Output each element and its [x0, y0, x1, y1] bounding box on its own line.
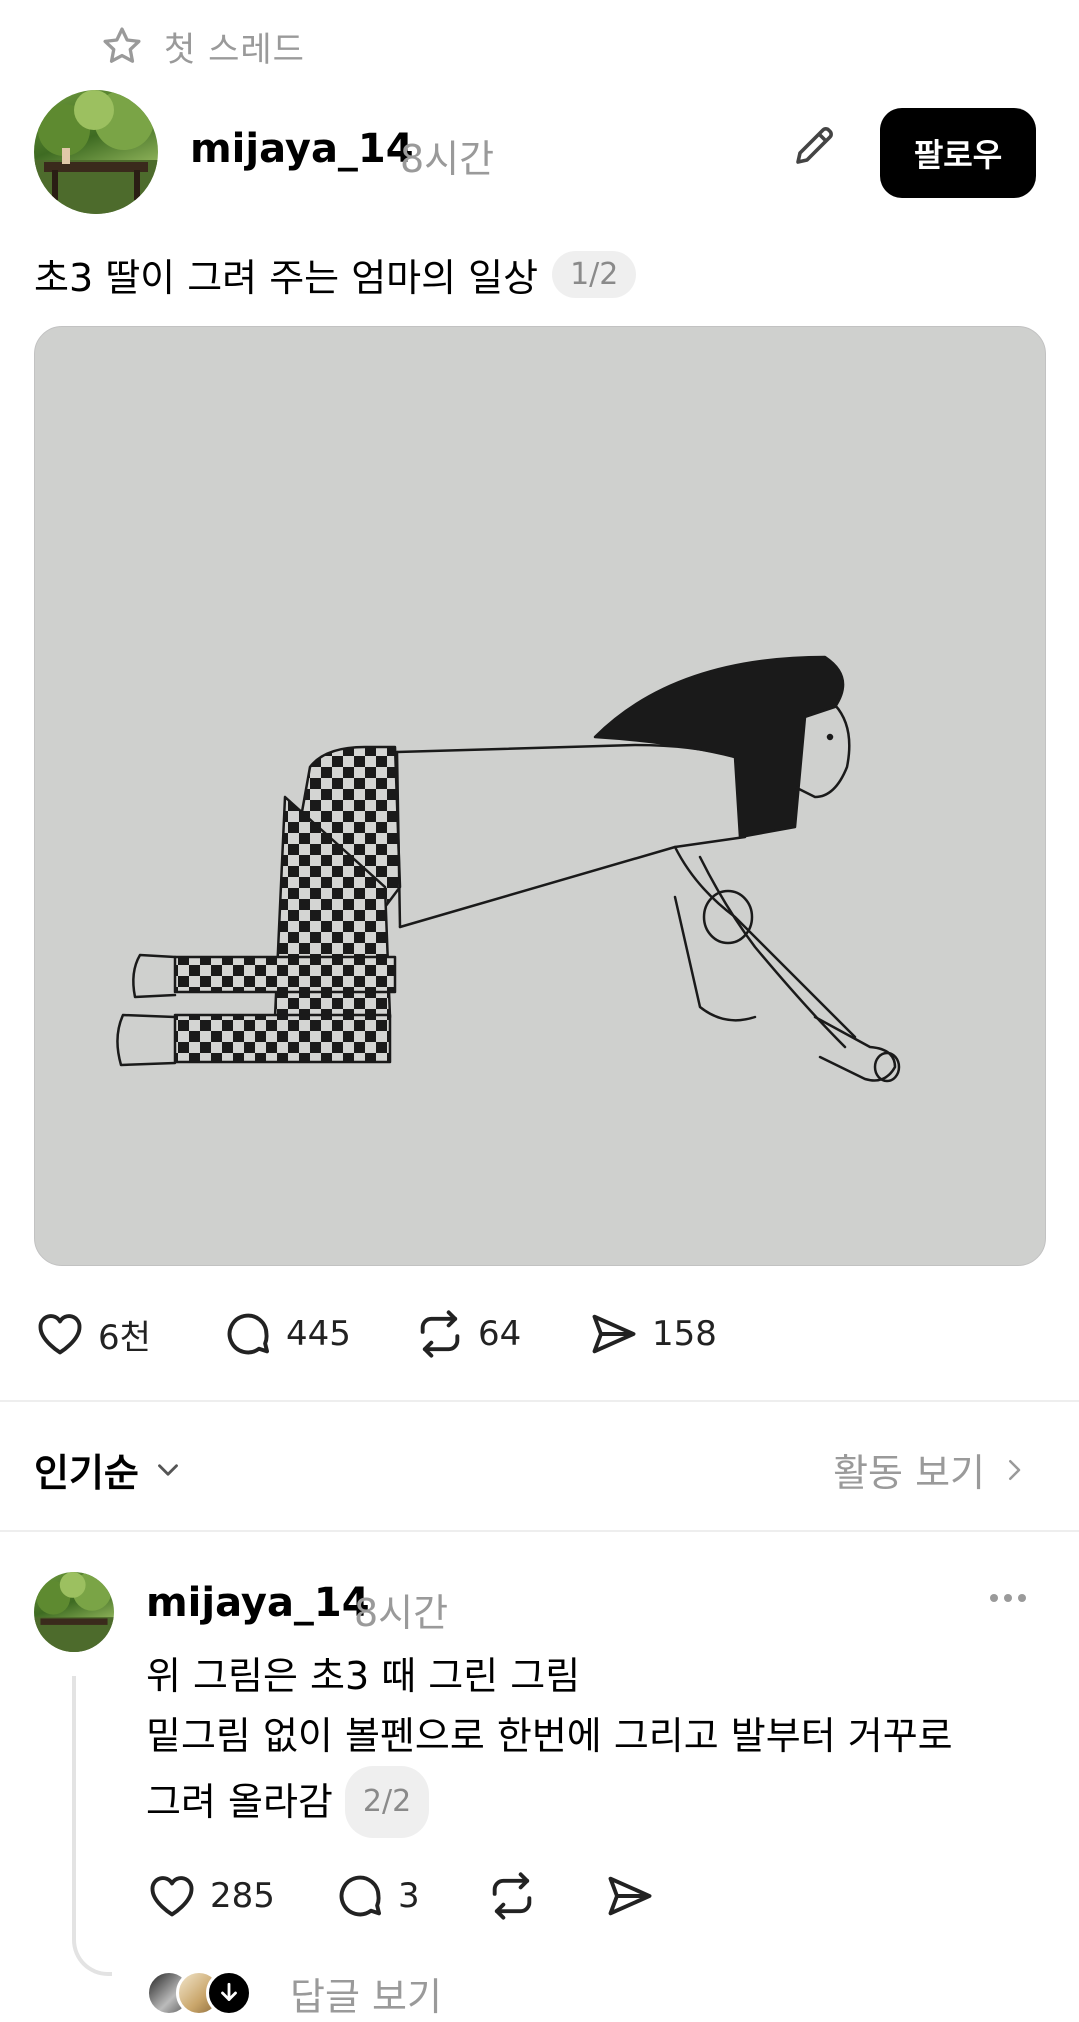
more-dot — [1004, 1594, 1012, 1602]
post-actions: 6천 445 64 158 — [34, 1306, 717, 1362]
reply-like-count: 285 — [210, 1876, 275, 1916]
reply-share-button[interactable] — [604, 1870, 656, 1922]
reply-time: 8시간 — [354, 1591, 449, 1635]
share-button[interactable]: 158 — [588, 1308, 717, 1360]
reply-line: 위 그림은 초3 때 그린 그림 — [146, 1654, 581, 1698]
reply-avatar[interactable] — [34, 1572, 114, 1652]
reply-line: 그려 올라감 2/2 — [146, 1766, 1026, 1838]
drawing-illustration — [116, 655, 901, 1083]
thread-label[interactable]: 첫 스레드 — [100, 22, 305, 70]
caption-text: 초3 딸이 그려 주는 엄마의 일상 — [34, 255, 539, 300]
comment-icon — [227, 1313, 270, 1355]
heart-icon — [38, 1314, 82, 1355]
reply-comment-count: 3 — [398, 1876, 420, 1916]
image-counter: 1/2 — [552, 250, 637, 298]
divider — [0, 1530, 1079, 1532]
comment-icon — [339, 1875, 382, 1917]
reply-line-text: 그려 올라감 — [146, 1780, 333, 1824]
reply-actions: 285 3 — [146, 1868, 656, 1924]
divider — [0, 1400, 1079, 1402]
share-count: 158 — [652, 1314, 717, 1354]
activity-label: 활동 보기 — [833, 1451, 985, 1495]
more-dot — [990, 1594, 998, 1602]
reply-like-button[interactable]: 285 — [146, 1870, 334, 1922]
reply-comment-button[interactable]: 3 — [334, 1870, 486, 1922]
reply-repost-button[interactable] — [486, 1870, 604, 1922]
download-icon — [206, 1970, 252, 2016]
follow-button[interactable]: 팔로우 — [880, 108, 1036, 198]
sort-label: 인기순 — [34, 1451, 139, 1495]
like-count: 6천 — [98, 1317, 151, 1358]
chevron-right-icon — [1009, 1459, 1021, 1480]
heart-icon — [150, 1876, 194, 1917]
see-replies-label: 답글 보기 — [290, 1974, 442, 2019]
reply-username[interactable]: mijaya_14 — [146, 1580, 370, 1626]
chevron-down-icon — [157, 1463, 178, 1476]
post-caption: 초3 딸이 그려 주는 엄마의 일상 1/2 — [34, 248, 637, 300]
sort-dropdown[interactable]: 인기순 — [34, 1442, 185, 1497]
see-replies-link[interactable]: 답글 보기 — [146, 1968, 442, 2019]
repost-icon — [492, 1872, 532, 1920]
post-time: 8시간 — [400, 137, 495, 181]
comment-button[interactable]: 445 — [222, 1308, 414, 1360]
thread-line — [72, 1676, 112, 1976]
send-icon — [608, 1876, 652, 1916]
repost-count: 64 — [478, 1314, 522, 1354]
reply-text: 위 그림은 초3 때 그린 그림 밑그림 없이 볼펜으로 한번에 그리고 발부터… — [146, 1646, 1026, 1838]
repost-icon — [420, 1310, 460, 1358]
star-icon — [103, 27, 141, 63]
post-image[interactable] — [34, 326, 1046, 1266]
like-button[interactable]: 6천 — [34, 1308, 222, 1360]
activity-link[interactable]: 활동 보기 — [833, 1442, 1029, 1497]
comment-count: 445 — [286, 1314, 351, 1354]
more-options-button[interactable] — [990, 1578, 1038, 1618]
reply-avatars — [146, 1970, 252, 2016]
send-icon — [592, 1314, 636, 1354]
avatar[interactable] — [34, 90, 158, 214]
post-username[interactable]: mijaya_14 — [190, 126, 414, 172]
pencil-icon[interactable] — [790, 122, 838, 170]
reply-counter: 2/2 — [344, 1766, 430, 1838]
more-dot — [1018, 1594, 1026, 1602]
thread-label-text: 첫 스레드 — [164, 29, 305, 70]
repost-button[interactable]: 64 — [414, 1308, 588, 1360]
reply-line: 밑그림 없이 볼펜으로 한번에 그리고 발부터 거꾸로 — [146, 1714, 953, 1758]
